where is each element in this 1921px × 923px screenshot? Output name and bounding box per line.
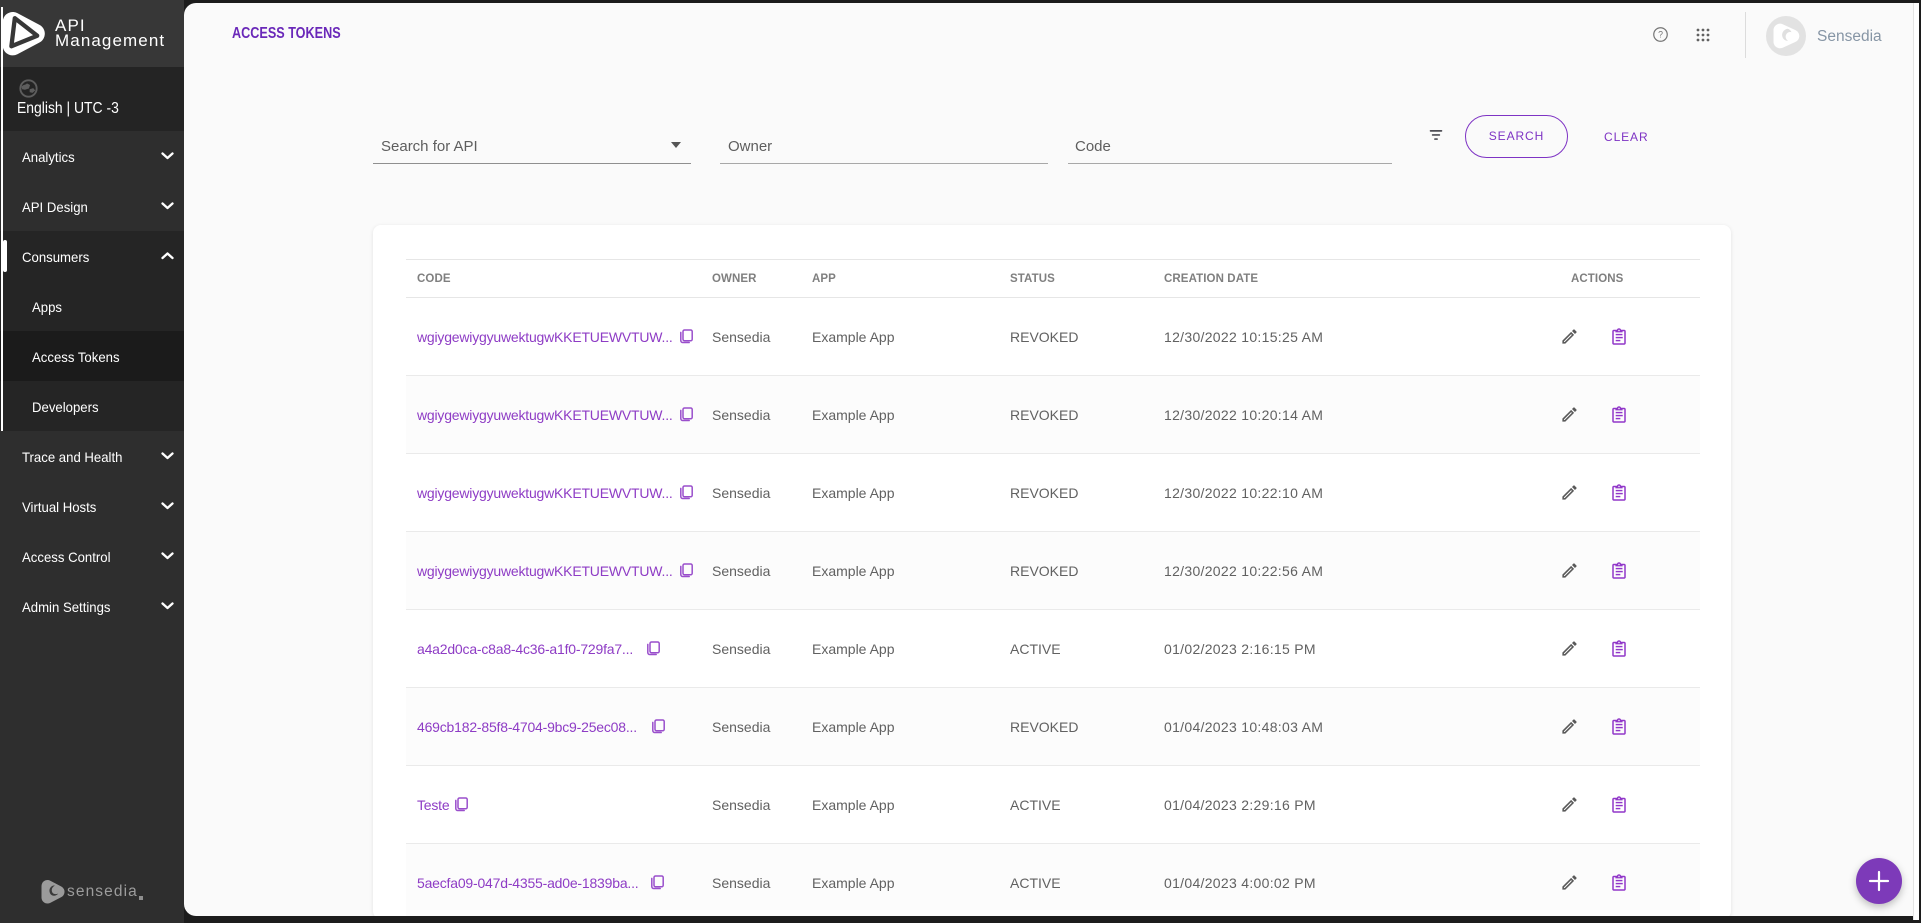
svg-text:?: ?: [1658, 29, 1663, 39]
